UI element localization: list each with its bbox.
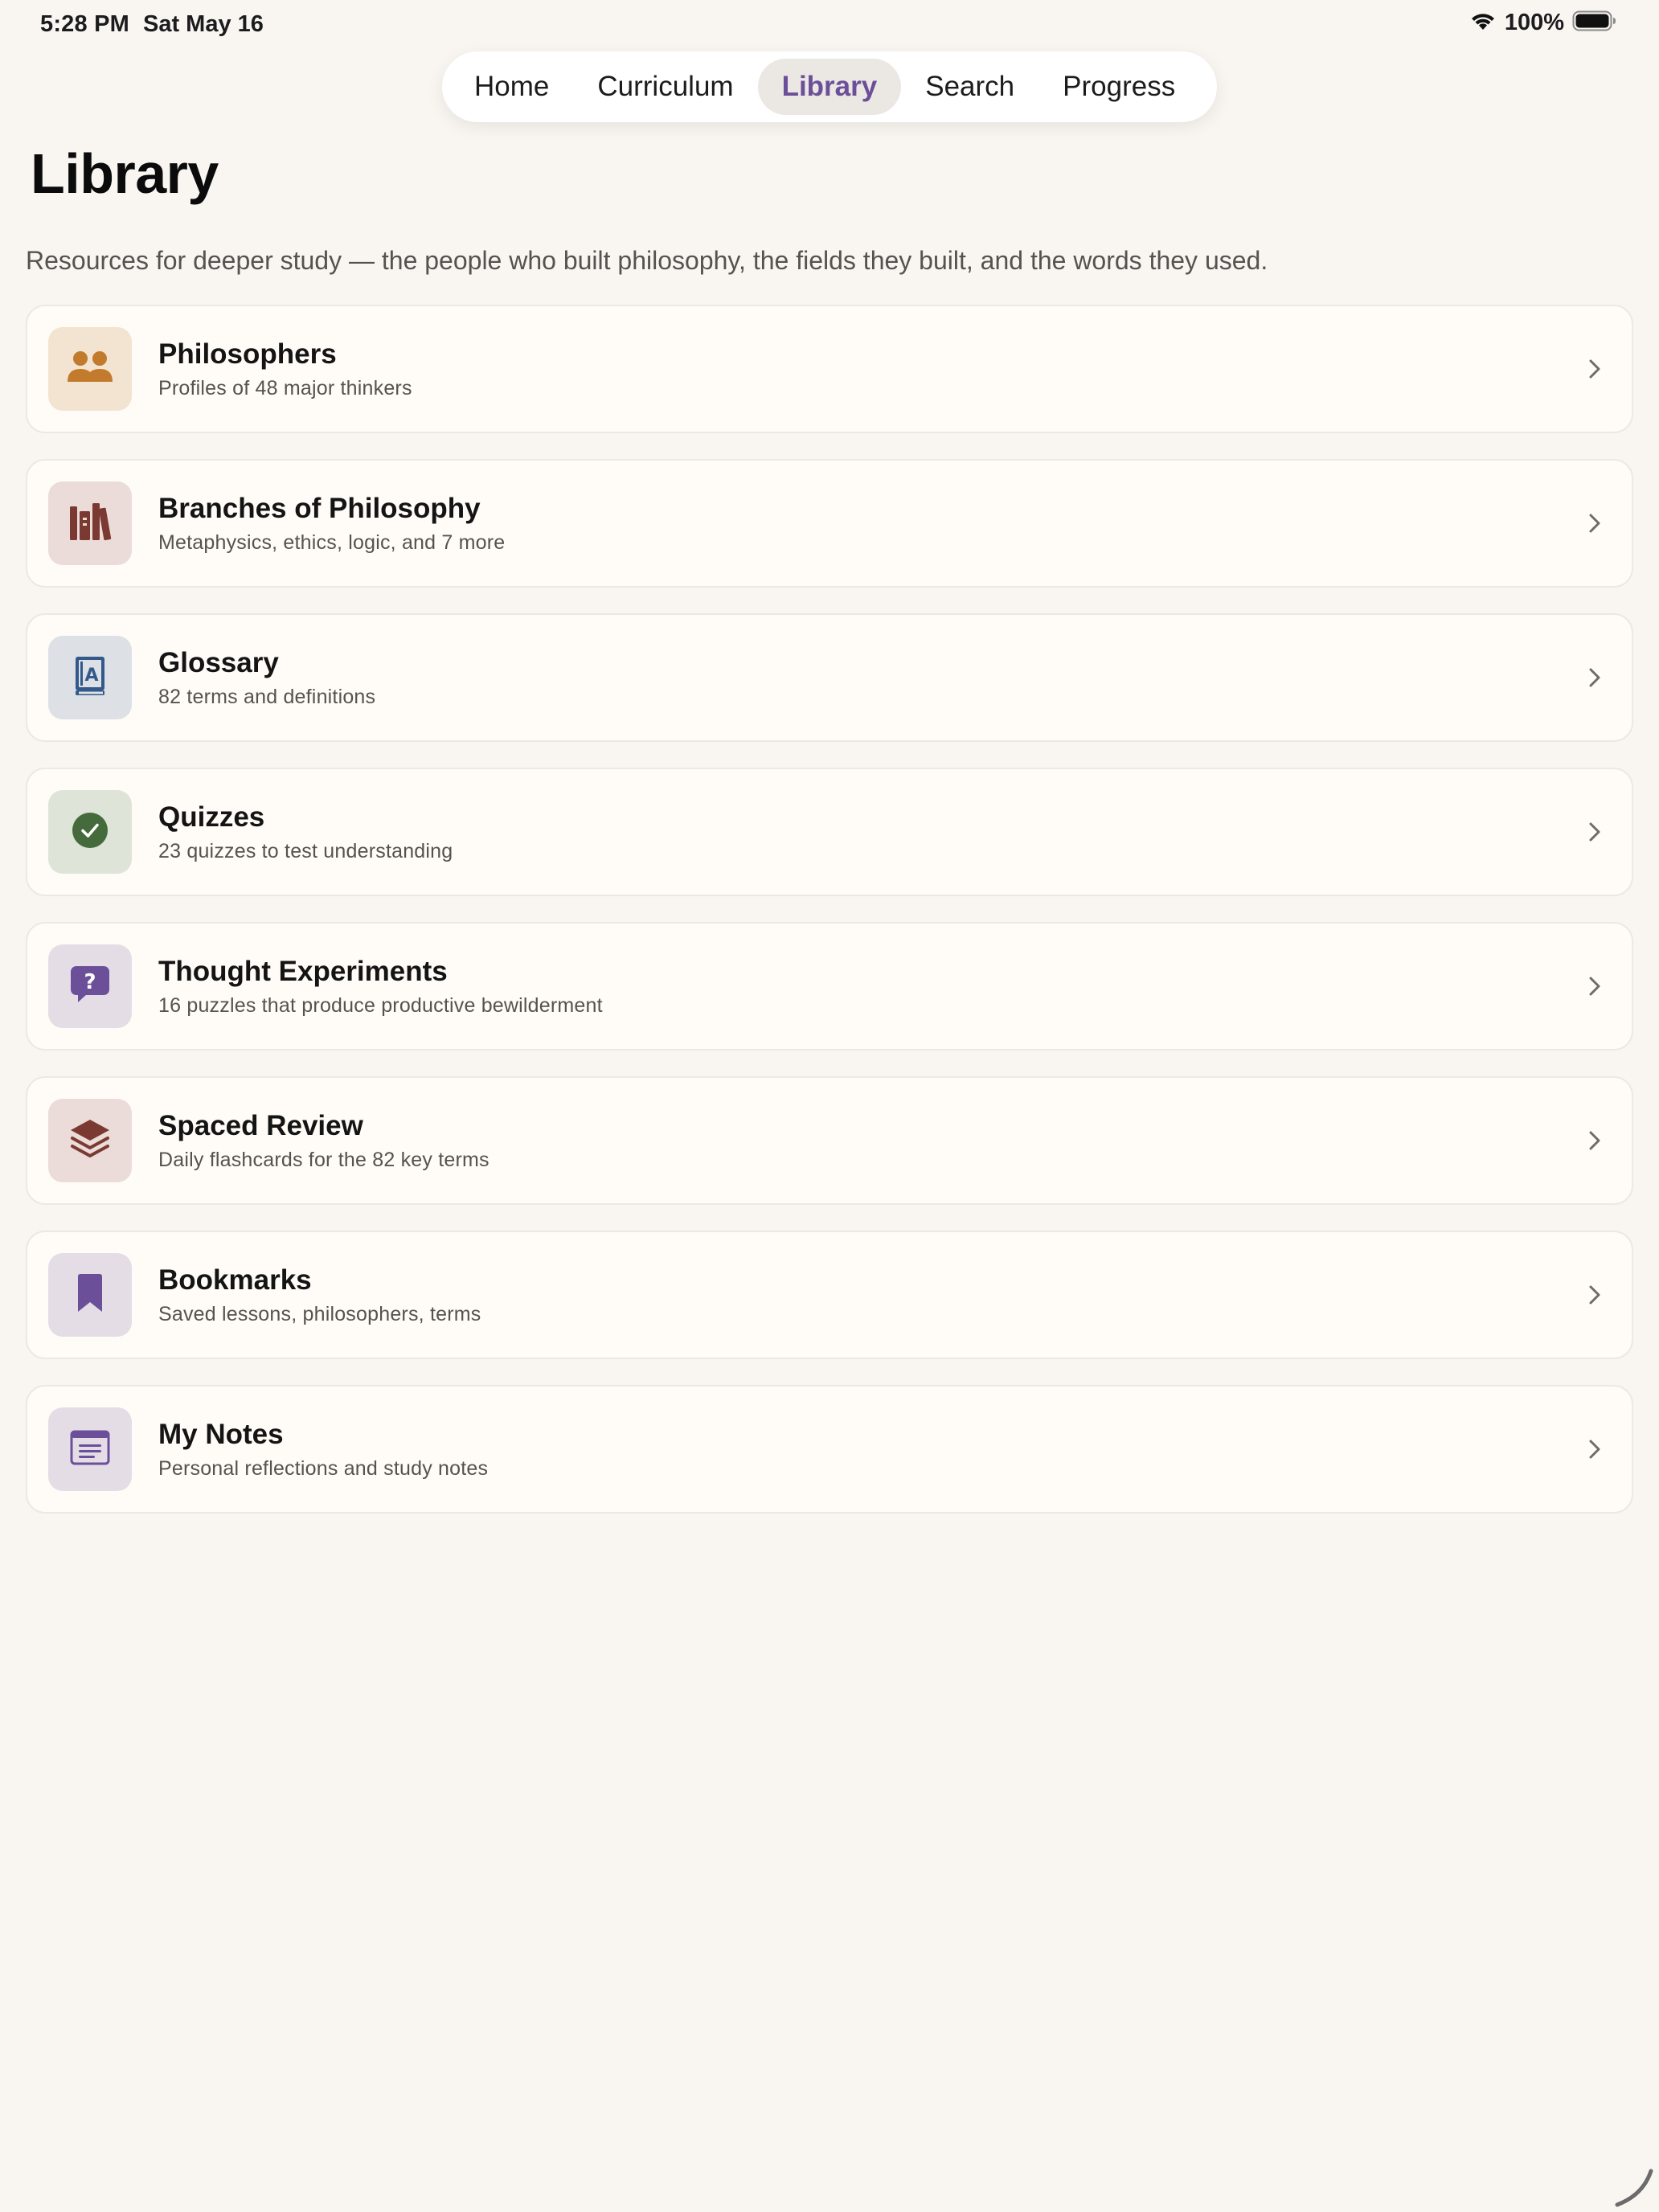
icon-tile [48,790,132,874]
tab-bar: Home Curriculum Library Search Progress [442,51,1217,122]
bookmark-icon [76,1273,104,1317]
svg-text:?: ? [84,970,96,994]
battery-icon [1572,10,1617,35]
svg-text:A: A [84,666,98,686]
chevron-right-icon [1579,1433,1611,1465]
chevron-right-icon [1579,662,1611,694]
item-title: Philosophers [158,338,337,370]
item-description: Metaphysics, ethics, logic, and 7 more [158,531,506,554]
tab-label: Curriculum [597,71,734,102]
checkmark-circle-icon [72,812,109,853]
library-item-my-notes[interactable]: My Notes Personal reflections and study … [26,1385,1633,1514]
tab-label: Progress [1063,71,1176,102]
books-icon [68,502,112,546]
page-subtitle: Resources for deeper study — the people … [26,246,1268,275]
item-title: Thought Experiments [158,956,448,987]
status-time: 5:28 PM [40,11,129,37]
item-title: My Notes [158,1419,284,1450]
item-description: Saved lessons, philosophers, terms [158,1303,481,1325]
item-title: Bookmarks [158,1264,312,1296]
library-item-spaced-review[interactable]: Spaced Review Daily flashcards for the 8… [26,1076,1633,1205]
tab-label: Search [925,71,1015,102]
library-item-thought-experiments[interactable]: ? Thought Experiments 16 puzzles that pr… [26,922,1633,1051]
tab-progress[interactable]: Progress [1038,59,1199,115]
chevron-right-icon [1579,816,1611,848]
library-item-quizzes[interactable]: Quizzes 23 quizzes to test understanding [26,768,1633,896]
item-description: 16 puzzles that produce productive bewil… [158,994,603,1017]
item-title: Glossary [158,647,279,678]
item-description: Daily flashcards for the 82 key terms [158,1149,490,1171]
item-title: Quizzes [158,801,265,833]
tab-label: Library [781,71,878,102]
icon-tile [48,1253,132,1337]
corner-gesture-icon[interactable] [1611,2160,1659,2212]
icon-tile: A [48,636,132,719]
tab-label: Home [474,71,550,102]
status-right: 100% [1469,10,1617,36]
library-item-philosophers[interactable]: Philosophers Profiles of 48 major thinke… [26,305,1633,433]
item-title: Spaced Review [158,1110,363,1141]
icon-tile [48,481,132,565]
item-description: Personal reflections and study notes [158,1457,489,1480]
library-item-glossary[interactable]: A Glossary 82 terms and definitions [26,613,1633,742]
notes-icon [70,1430,110,1469]
tab-home[interactable]: Home [450,59,573,115]
tab-search[interactable]: Search [901,59,1038,115]
icon-tile [48,327,132,411]
item-description: Profiles of 48 major thinkers [158,377,412,399]
status-bar: 5:28 PM Sat May 16 100% [0,0,1659,51]
icon-tile [48,1099,132,1182]
stack-icon [69,1118,111,1164]
library-list: Philosophers Profiles of 48 major thinke… [26,305,1633,1539]
dictionary-icon: A [72,655,108,701]
tab-library[interactable]: Library [757,59,902,115]
item-description: 82 terms and definitions [158,686,376,708]
battery-percent: 100% [1504,10,1564,35]
item-title: Branches of Philosophy [158,493,481,524]
tab-curriculum[interactable]: Curriculum [573,59,757,115]
chevron-right-icon [1579,353,1611,385]
status-date: Sat May 16 [143,11,264,37]
library-item-bookmarks[interactable]: Bookmarks Saved lessons, philosophers, t… [26,1231,1633,1359]
chevron-right-icon [1579,1279,1611,1311]
people-icon [66,350,114,389]
chevron-right-icon [1579,1124,1611,1157]
question-bubble-icon: ? [70,965,110,1008]
wifi-icon [1469,10,1497,35]
icon-tile: ? [48,944,132,1028]
chevron-right-icon [1579,970,1611,1002]
item-description: 23 quizzes to test understanding [158,840,453,862]
chevron-right-icon [1579,507,1611,539]
page-title: Library [31,142,219,205]
icon-tile [48,1407,132,1491]
library-item-branches[interactable]: Branches of Philosophy Metaphysics, ethi… [26,459,1633,588]
